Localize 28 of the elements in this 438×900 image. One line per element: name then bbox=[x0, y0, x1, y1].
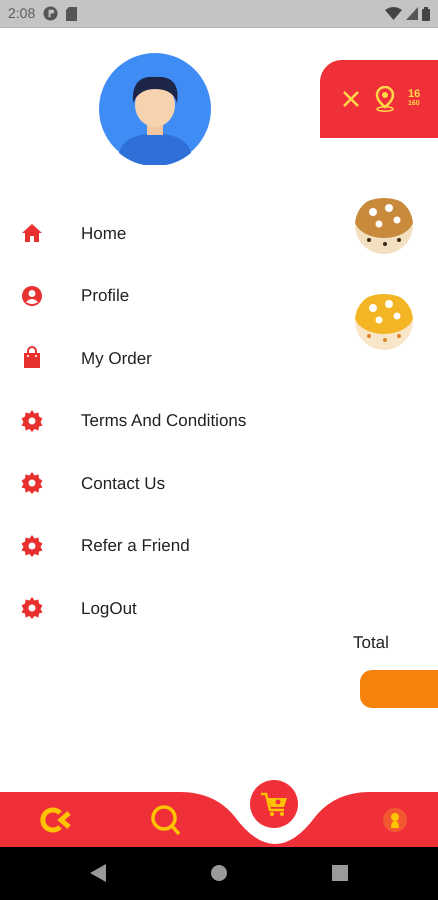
menu-item[interactable]: Refer a Friend bbox=[81, 533, 190, 558]
header-text: 16 bbox=[408, 89, 420, 100]
menu-item[interactable]: Profile bbox=[81, 283, 130, 308]
total-label: Total bbox=[353, 632, 390, 654]
status-time: 2:08 bbox=[8, 4, 36, 23]
menu-item[interactable]: LogOut bbox=[81, 596, 137, 621]
checkout-button[interactable] bbox=[360, 670, 438, 708]
wifi-icon bbox=[385, 7, 402, 20]
location-pin-icon bbox=[374, 86, 396, 112]
notification-icon bbox=[43, 6, 58, 21]
back-nav-icon[interactable] bbox=[40, 804, 72, 834]
gear-icon bbox=[20, 408, 44, 433]
menu-item[interactable]: Terms And Conditions bbox=[81, 408, 246, 434]
gear-icon bbox=[20, 596, 44, 620]
cart-button[interactable] bbox=[250, 780, 298, 828]
close-icon[interactable] bbox=[342, 90, 360, 108]
signal-icon bbox=[406, 7, 418, 20]
menu-item[interactable]: Contact Us bbox=[81, 470, 166, 496]
cart-icon bbox=[259, 791, 289, 817]
battery-icon bbox=[422, 6, 430, 20]
gear-icon bbox=[20, 534, 44, 558]
sd-card-icon bbox=[66, 6, 78, 20]
menu-item[interactable]: My Order bbox=[81, 346, 152, 371]
profile-icon bbox=[20, 284, 44, 308]
gear-icon bbox=[20, 471, 44, 496]
search-icon[interactable] bbox=[150, 804, 182, 836]
menu-item[interactable]: Home bbox=[81, 220, 126, 246]
person-icon[interactable] bbox=[382, 806, 408, 832]
